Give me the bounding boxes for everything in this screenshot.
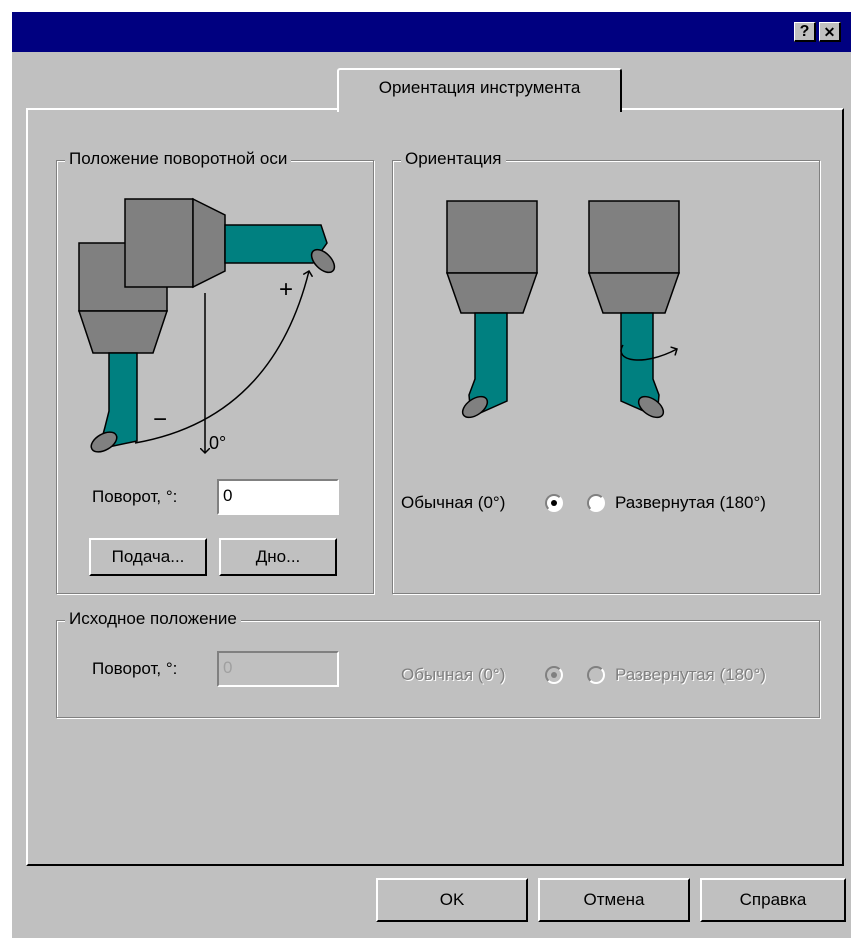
pivot-axis-group: Положение поворотной оси + − 0° Поворот,…: [56, 149, 374, 594]
normal-nose-shape: [445, 272, 539, 314]
initial-reversed-label: Развернутая (180°): [615, 665, 766, 684]
tab-panel: Положение поворотной оси + − 0° Поворот,…: [26, 108, 844, 866]
initial-position-group: Исходное положение Поворот, °: 0 Обычная…: [56, 609, 820, 718]
reversed-nose-shape: [587, 272, 681, 314]
plus-mark: +: [279, 276, 293, 303]
spindle-nose-shape: [77, 310, 169, 354]
feed-button-label: Подача...: [111, 547, 185, 566]
rotation-label: Поворот, °:: [92, 487, 178, 506]
ok-button-label: OK: [439, 890, 465, 909]
zero-degree-label: 0°: [209, 433, 226, 453]
cancel-button[interactable]: Отмена: [538, 878, 690, 922]
help-button[interactable]: Справка: [700, 878, 846, 922]
radio-dot: [551, 672, 557, 678]
initial-rotation-input: 0: [217, 651, 339, 687]
reversed-label: Развернутая (180°): [615, 493, 766, 512]
bottom-button[interactable]: Дно...: [219, 538, 337, 576]
radio-dot: [551, 500, 557, 506]
reversed-head-shape: [588, 200, 680, 274]
initial-position-legend: Исходное положение: [65, 609, 241, 629]
dialog-window: ? ✕ Ориентация инструмента Положение пов…: [12, 12, 851, 938]
rotated-nose-shape: [192, 197, 226, 289]
normal-label: Обычная (0°): [401, 493, 506, 512]
initial-reversed-radio: [587, 666, 605, 684]
initial-normal-radio: [545, 666, 563, 684]
normal-radio[interactable]: [545, 494, 563, 512]
cancel-button-label: Отмена: [583, 890, 645, 909]
title-bar: ? ✕: [12, 12, 851, 52]
feed-button[interactable]: Подача...: [89, 538, 207, 576]
initial-normal-label: Обычная (0°): [401, 665, 506, 684]
tab-tool-orientation[interactable]: Ориентация инструмента: [337, 68, 622, 112]
normal-head-shape: [446, 200, 538, 274]
ok-button[interactable]: OK: [376, 878, 528, 922]
bottom-button-label: Дно...: [255, 547, 301, 566]
rotation-input[interactable]: 0: [217, 479, 339, 515]
reversed-radio[interactable]: [587, 494, 605, 512]
tab-label: Ориентация инструмента: [378, 78, 581, 97]
help-icon[interactable]: ?: [794, 22, 816, 42]
orientation-diagram: [445, 200, 681, 419]
orientation-group: Ориентация Обычная (0°) Развернутая (180…: [392, 149, 820, 594]
help-button-label: Справка: [739, 890, 807, 909]
pivot-diagram: + − 0°: [77, 197, 336, 471]
rotated-head-shape: [124, 198, 194, 288]
initial-rotation-label: Поворот, °:: [92, 659, 178, 678]
minus-mark: −: [153, 406, 167, 433]
close-icon[interactable]: ✕: [819, 22, 841, 42]
